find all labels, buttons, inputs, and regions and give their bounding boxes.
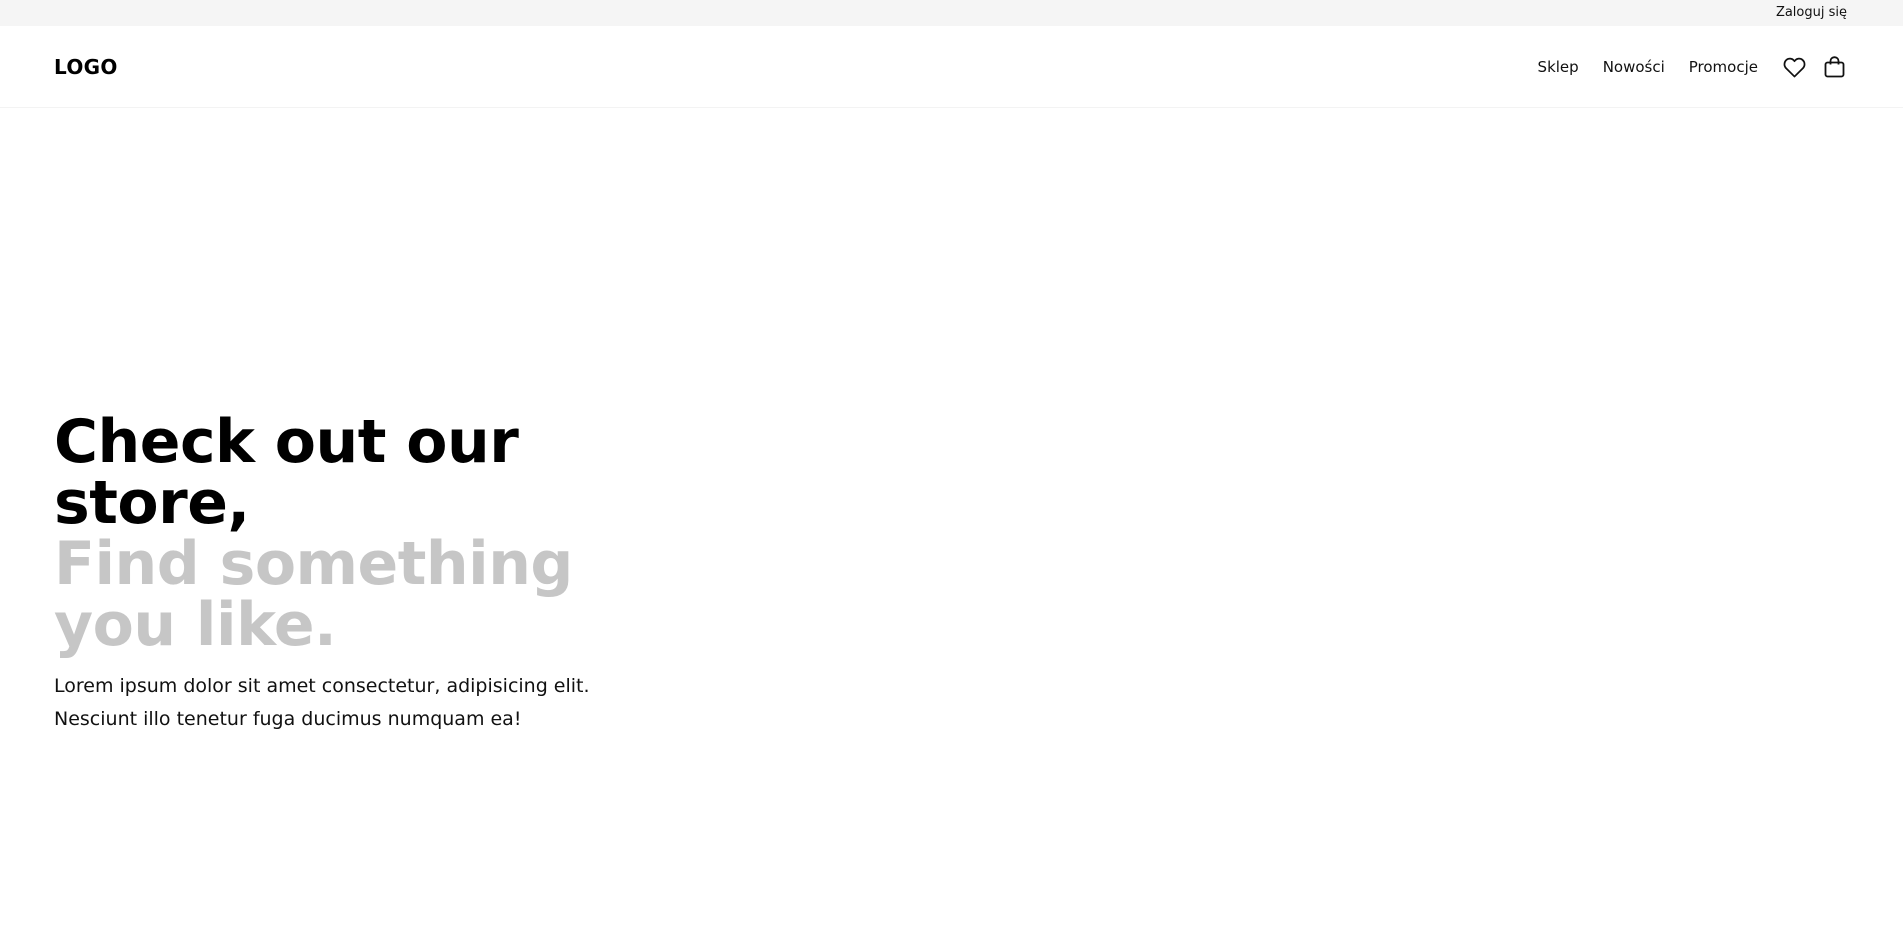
hero-subtitle: Find something you like. [54,529,573,660]
top-utility-bar: Zaloguj się [0,0,1903,26]
logo[interactable]: LOGO [54,55,118,79]
nav-link-nowosci[interactable]: Nowości [1603,58,1665,76]
hero-description-line-2: Nesciunt illo tenetur fuga ducimus numqu… [54,708,522,730]
hero-title: Check out our store, [54,407,519,538]
hero-section: Check out our store, Find something you … [54,412,694,736]
shopping-bag-icon[interactable] [1822,55,1846,79]
main-navbar: LOGO Sklep Nowości Promocje [0,26,1903,108]
login-link[interactable]: Zaloguj się [1776,5,1847,20]
heart-icon[interactable] [1782,55,1806,79]
hero-description: Lorem ipsum dolor sit amet consectetur, … [54,670,594,736]
nav-menu: Sklep Nowości Promocje [1538,54,1846,80]
nav-link-sklep[interactable]: Sklep [1538,58,1579,76]
nav-link-promocje[interactable]: Promocje [1689,58,1758,76]
hero-description-line-1: Lorem ipsum dolor sit amet consectetur, … [54,675,590,697]
